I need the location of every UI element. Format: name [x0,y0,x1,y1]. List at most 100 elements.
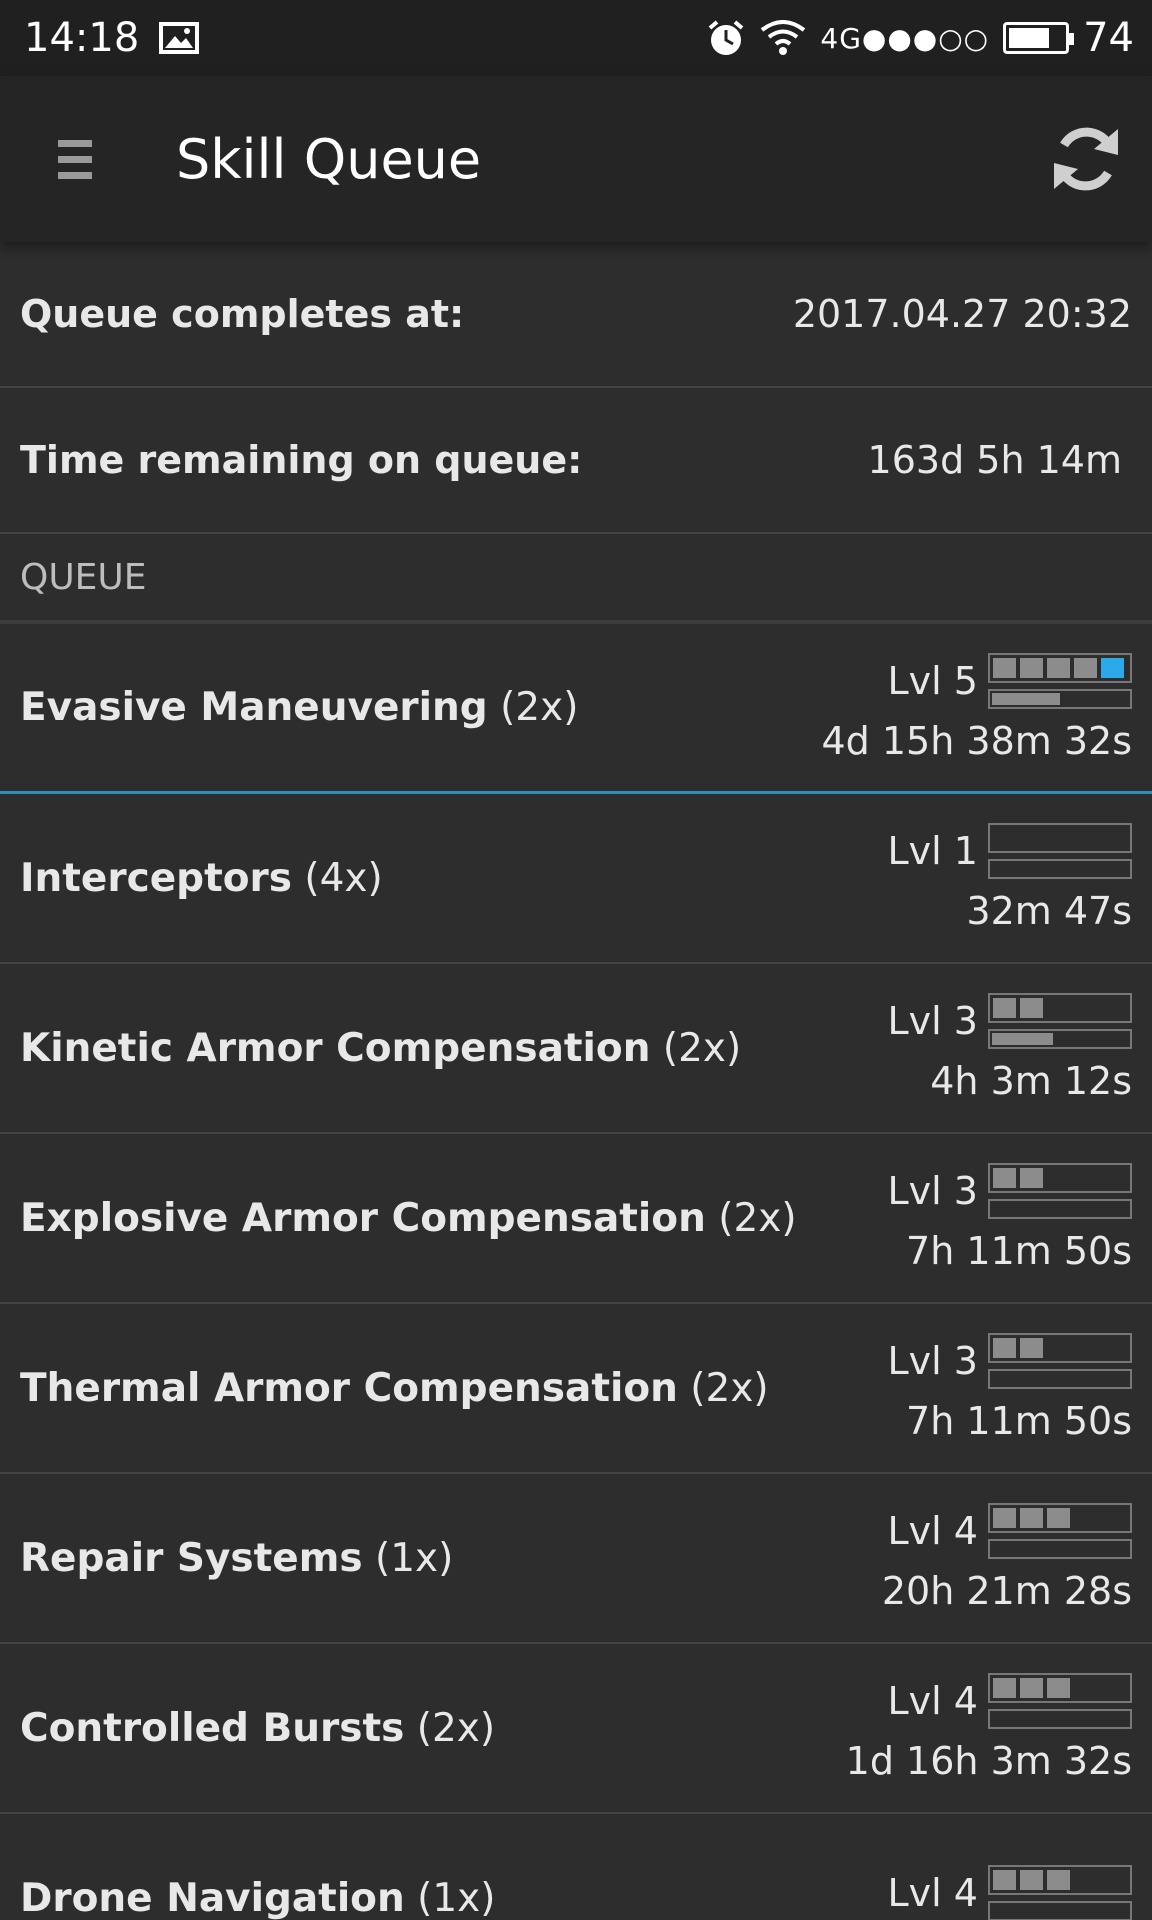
battery-icon [1003,22,1075,54]
page-title: Skill Queue [176,127,482,191]
skill-level-indicator [988,1865,1132,1895]
skill-progress-bar [988,1709,1132,1729]
skill-multiplier: (1x) [404,1875,496,1920]
alarm-icon [709,20,744,55]
skill-level-indicator [988,1163,1132,1193]
skill-level-indicator [988,993,1132,1023]
skill-level-block [1020,1870,1043,1890]
status-bar: 14:18 4G●●●○○ 74 [0,0,1152,76]
refresh-icon[interactable] [1048,121,1124,197]
time-remaining-row: Time remaining on queue: 163d 5h 14m [0,388,1152,534]
skill-level-indicator [988,1503,1132,1533]
skill-name-text: Drone Navigation [20,1875,405,1920]
wifi-icon [761,20,806,55]
skill-multiplier: (2x) [650,1025,742,1071]
menu-icon[interactable] [58,139,92,179]
skill-name: Thermal Armor Compensation (2x) [20,1366,769,1411]
skill-time-remaining: 32m 47s [966,889,1132,933]
skill-status: Lvl 3 7h 11m 50s [888,1163,1132,1273]
skill-progress-bar [988,688,1132,709]
skill-name: Repair Systems (1x) [20,1536,453,1581]
skill-status: Lvl 3 4h 3m 12s [888,993,1132,1103]
skill-time-remaining: 7h 11m 50s [906,1399,1132,1443]
skill-level-label: Lvl 5 [887,658,978,703]
skill-level-block [1020,657,1043,678]
app-bar: Skill Queue [0,76,1152,242]
skill-row[interactable]: Explosive Armor Compensation (2x) Lvl 3 7h… [0,1134,1152,1304]
skill-time-remaining: 1d 16h 3m 32s [845,1739,1132,1783]
skill-level-block [993,998,1016,1018]
skill-progress-bar [988,1539,1132,1559]
skill-multiplier: (2x) [404,1705,496,1751]
skill-level-block [1101,657,1124,678]
skill-name-text: Kinetic Armor Compensation [20,1025,651,1071]
skill-name-text: Repair Systems [20,1535,363,1581]
skill-level-block [1020,1168,1043,1188]
skill-level-block [1020,998,1043,1018]
skill-progress-bar [988,1369,1132,1389]
skill-level-label: Lvl 4 [887,1679,978,1723]
skill-progress-bar [988,1199,1132,1219]
skill-level-block [1047,1508,1070,1528]
signal-strength: ●●●○○ [861,21,990,55]
skill-progress-bar [988,1901,1132,1920]
skill-row[interactable]: Thermal Armor Compensation (2x) Lvl 3 7h 1… [0,1304,1152,1474]
image-notification-icon [159,22,200,54]
skill-multiplier: (4x) [291,855,383,901]
skill-level-indicator [988,823,1132,853]
skill-name: Kinetic Armor Compensation (2x) [20,1026,741,1071]
skill-level-block [1047,1870,1070,1890]
skill-level-indicator [988,1333,1132,1363]
skill-name-text: Evasive Maneuvering [20,685,488,730]
skill-status: Lvl 4 [888,1865,1132,1920]
skill-row[interactable]: Interceptors (4x) Lvl 1 32m 47s [0,794,1152,964]
skill-level-label: Lvl 4 [887,1509,978,1553]
skill-name: Controlled Bursts (2x) [20,1706,495,1751]
time-remaining-value: 163d 5h 14m [867,438,1122,482]
skill-status: Lvl 5 4d 15h 38m 32s [821,652,1133,763]
skill-level-block [993,1508,1016,1528]
skill-time-remaining: 7h 11m 50s [906,1229,1132,1273]
skill-level-label: Lvl 3 [887,1169,978,1213]
skill-row[interactable]: Drone Navigation (1x) Lvl 4 [0,1814,1152,1920]
queue-completes-label: Queue completes at: [20,292,465,336]
skill-level-indicator [988,1673,1132,1703]
skill-progress-bar [988,859,1132,879]
network-indicator: 4G●●●○○ [820,22,989,55]
skill-status: Lvl 4 20h 21m 28s [882,1503,1132,1613]
time-remaining-label: Time remaining on queue: [20,438,583,482]
queue-completes-value: 2017.04.27 20:32 [792,292,1132,336]
skill-row[interactable]: Evasive Maneuvering (2x) Lvl 5 4d 15h 38m … [0,624,1152,794]
skill-multiplier: (1x) [362,1535,454,1581]
skill-name-text: Explosive Armor Compensation [20,1195,706,1241]
skill-level-label: Lvl 1 [887,829,978,873]
skill-level-label: Lvl 3 [887,1339,978,1383]
clock: 14:18 [24,15,140,61]
skill-time-remaining: 4d 15h 38m 32s [821,718,1133,763]
skill-row[interactable]: Kinetic Armor Compensation (2x) Lvl 3 4h 3… [0,964,1152,1134]
skill-level-block [1020,1508,1043,1528]
skill-multiplier: (2x) [705,1195,797,1241]
skill-level-block [993,1168,1016,1188]
skill-level-block [1047,657,1070,678]
queue-completes-row: Queue completes at: 2017.04.27 20:32 [0,242,1152,388]
skill-level-block [993,657,1016,678]
skill-multiplier: (2x) [487,685,579,730]
skill-progress-fill [992,1033,1054,1045]
queue-section-header: QUEUE [0,534,1152,624]
skill-level-block [993,1338,1016,1358]
skill-level-indicator [988,652,1132,683]
skill-name-text: Controlled Bursts [20,1705,405,1751]
skill-name: Evasive Maneuvering (2x) [20,685,578,730]
skill-name: Explosive Armor Compensation (2x) [20,1196,797,1241]
skill-name: Interceptors (4x) [20,856,383,901]
skill-name: Drone Navigation (1x) [20,1876,495,1920]
skill-level-block [993,1678,1016,1698]
skill-level-label: Lvl 3 [887,999,978,1043]
skill-level-block [993,1870,1016,1890]
skill-level-block [1047,1678,1070,1698]
skill-time-remaining: 20h 21m 28s [881,1569,1132,1613]
skill-status: Lvl 1 32m 47s [888,823,1132,933]
skill-row[interactable]: Controlled Bursts (2x) Lvl 4 1d 16h 3m 32s [0,1644,1152,1814]
skill-row[interactable]: Repair Systems (1x) Lvl 4 20h 21m 28s [0,1474,1152,1644]
